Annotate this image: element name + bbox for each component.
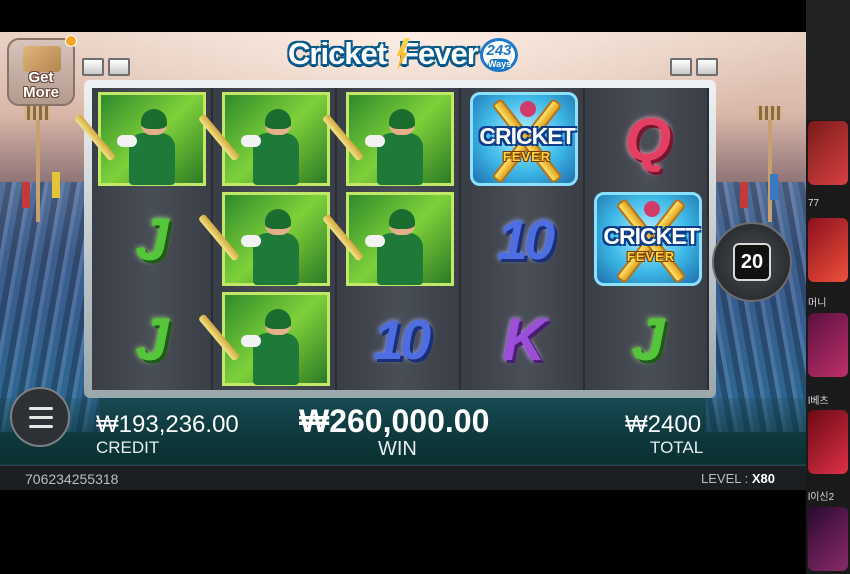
cricket-player-symbol — [197, 292, 330, 386]
glove-icon — [241, 235, 261, 247]
helmet-icon — [141, 109, 167, 135]
side-game-label: 머니 — [808, 298, 827, 309]
glove-icon — [241, 335, 261, 347]
lobby-side-strip: 77 머니 l베츠 l이신2 — [806, 0, 850, 574]
cricket-player-symbol — [321, 92, 454, 186]
level-label: LEVEL : — [701, 471, 749, 486]
helmet-icon — [389, 109, 415, 135]
side-game-label: 77 — [808, 198, 820, 209]
glove-icon — [365, 235, 385, 247]
ball-icon — [644, 201, 660, 217]
cricket-player-symbol — [197, 92, 330, 186]
glove-icon — [365, 135, 385, 147]
game-round-id: 706234255318 — [25, 471, 119, 487]
menu-icon — [29, 425, 53, 428]
reel-column: JJ — [73, 88, 213, 390]
scatter-symbol: CRICKET FEVER — [470, 92, 578, 186]
get-more-label: Get More — [9, 70, 73, 100]
symbol-10: 10 — [372, 307, 431, 371]
credit-value: ₩193,236.00 — [96, 411, 239, 438]
status-bar: 706234255318 LEVEL : X80 — [0, 465, 806, 491]
helmet-icon — [265, 209, 291, 235]
win-value: ₩260,000.00 — [299, 403, 490, 439]
top-black-band — [0, 0, 806, 32]
floodlight-icon — [108, 58, 130, 76]
get-more-button[interactable]: Get More — [7, 38, 75, 106]
game-thumbnail[interactable] — [808, 313, 848, 377]
flag — [52, 172, 60, 198]
menu-icon — [29, 416, 53, 419]
total-bet-label: TOTAL — [650, 438, 704, 457]
total-bet-value[interactable]: ₩2400 — [625, 411, 701, 439]
scatter-symbol: CRICKET FEVER — [594, 192, 702, 286]
get-more-line-2: More — [23, 84, 59, 101]
side-game-label: l이신2 — [808, 492, 835, 503]
ways-label: Ways — [488, 59, 512, 69]
symbol-j: J — [135, 205, 169, 273]
menu-button[interactable] — [10, 387, 70, 447]
ways-badge: 243 Ways — [480, 38, 518, 72]
scatter-word-2: FEVER — [626, 249, 676, 264]
floodlight-tower — [36, 112, 40, 222]
glove-icon — [241, 135, 261, 147]
symbol-k: K — [502, 305, 546, 373]
game-thumbnail[interactable] — [808, 218, 848, 282]
glove-icon — [117, 135, 137, 147]
helmet-icon — [265, 109, 291, 135]
game-thumbnail[interactable] — [808, 410, 848, 474]
reel-grid: J J 10 CRICKET FEVER 10 K Q CRICKET FEVER J — [73, 88, 709, 390]
ball-icon — [520, 101, 536, 117]
helmet-icon — [265, 309, 291, 335]
side-strip-header — [806, 0, 850, 120]
cricket-player-symbol — [321, 192, 454, 286]
scatter-word-1: CRICKET — [479, 123, 575, 149]
game-thumbnail[interactable] — [808, 121, 848, 185]
game-logo: Cricket Fever 243 Ways — [288, 36, 520, 80]
win-label: WIN — [378, 438, 417, 460]
logo-title: Cricket Fever — [288, 36, 479, 72]
symbol-j: J — [135, 305, 169, 373]
logo-word-1: Cricket — [288, 36, 387, 71]
reel-column: 10 — [321, 88, 461, 390]
level-indicator: LEVEL : X80 — [701, 471, 775, 486]
menu-icon — [29, 407, 53, 410]
floodlight-tower — [768, 112, 772, 222]
reel-column: CRICKET FEVER 10 K — [464, 88, 585, 390]
scatter-word-2: FEVER — [502, 149, 552, 164]
helmet-icon — [389, 209, 415, 235]
cricket-player-symbol — [73, 92, 206, 186]
symbol-10: 10 — [496, 207, 555, 271]
floodlight-icon — [82, 58, 104, 76]
reel-frame: J J 10 CRICKET FEVER 10 K Q CRICKET FEVER J — [73, 80, 716, 398]
floodlight-icon — [670, 58, 692, 76]
scatter-word-1: CRICKET — [603, 223, 699, 249]
symbol-j: J — [631, 305, 665, 373]
game-thumbnail[interactable] — [808, 507, 848, 571]
reel-column — [197, 88, 337, 390]
crowd-right — [706, 182, 806, 432]
flag — [770, 174, 778, 200]
level-value: X80 — [751, 471, 775, 486]
notification-dot — [65, 35, 77, 47]
cricket-player-symbol — [197, 192, 330, 286]
floodlight-icon — [696, 58, 718, 76]
credit-label: CREDIT — [96, 438, 160, 457]
floodlight-head — [756, 106, 782, 120]
flag — [22, 182, 30, 208]
symbol-q: Q — [624, 105, 672, 173]
autospin-button[interactable]: 20 — [712, 222, 792, 302]
reel-column: Q CRICKET FEVER J — [588, 88, 709, 390]
flag — [740, 182, 748, 208]
logo-word-2: Fever — [400, 36, 479, 71]
bottom-black-band — [0, 490, 806, 574]
autospin-count: 20 — [733, 243, 771, 281]
floodlight-head — [24, 106, 50, 120]
ways-number: 243 — [486, 42, 512, 59]
side-game-label: l베츠 — [808, 396, 829, 407]
